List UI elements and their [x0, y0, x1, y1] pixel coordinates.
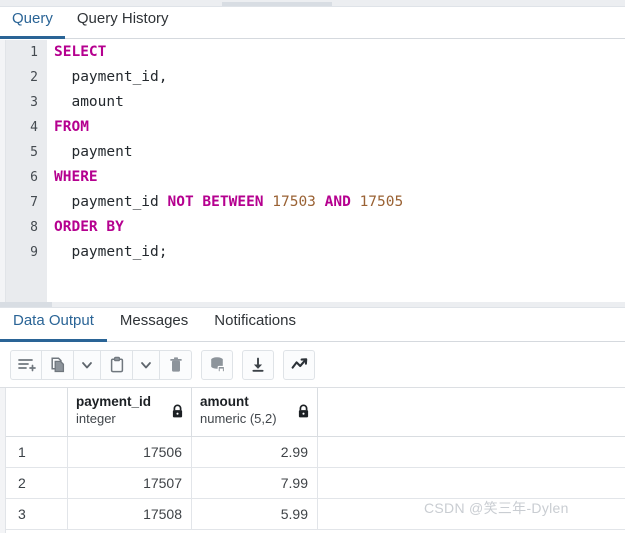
- grid-header-payment-id[interactable]: payment_id integer: [68, 388, 192, 436]
- code-token-idn: payment: [54, 144, 133, 160]
- code-token-idn: payment_id,: [54, 69, 168, 85]
- save-data-changes-button[interactable]: [201, 349, 233, 380]
- lock-icon: [298, 404, 309, 418]
- code-line: ORDER BY: [47, 215, 625, 240]
- code-token-num: 17503: [272, 194, 316, 210]
- code-token-idn: payment_id: [54, 194, 168, 210]
- cell-payment-id[interactable]: 17507: [68, 468, 192, 498]
- code-line: amount: [47, 90, 625, 115]
- code-line: payment_id NOT BETWEEN 17503 AND 17505: [47, 190, 625, 215]
- line-number: 7: [30, 195, 38, 210]
- editor-line-number-gutter: 1 2 3 4 5 6 7 8 9: [6, 40, 47, 302]
- paste-icon: [110, 356, 123, 372]
- line-number: 9: [30, 245, 38, 260]
- code-token-kw: ORDER BY: [54, 219, 124, 235]
- code-token-idn: amount: [54, 94, 124, 110]
- tab-query[interactable]: Query: [0, 6, 65, 39]
- grid-header-rownum: [6, 388, 68, 436]
- add-row-button[interactable]: [10, 349, 42, 380]
- column-name: amount: [200, 394, 249, 409]
- chevron-down-icon: [141, 361, 151, 368]
- sql-code-area[interactable]: SELECT payment_id, amount FROM payment WHE…: [47, 40, 625, 302]
- watermark: CSDN @笑三年-Dylen: [424, 500, 569, 516]
- chevron-down-icon: [82, 361, 92, 368]
- line-number: 2: [30, 70, 38, 85]
- cell-payment-id[interactable]: 17508: [68, 499, 192, 529]
- row-number: 2: [6, 468, 68, 498]
- download-group: [242, 349, 274, 380]
- trash-icon: [169, 356, 182, 372]
- save-data-group: [201, 349, 233, 380]
- partial-tab-remnant: [222, 2, 332, 6]
- tab-messages[interactable]: Messages: [107, 307, 201, 342]
- column-type: numeric (5,2): [200, 411, 277, 426]
- line-number: 6: [30, 170, 38, 185]
- line-number: 5: [30, 145, 38, 160]
- column-name: payment_id: [76, 394, 152, 409]
- tab-query-history[interactable]: Query History: [65, 6, 181, 39]
- download-csv-button[interactable]: [242, 349, 274, 380]
- cell-amount[interactable]: 7.99: [192, 468, 318, 498]
- sql-editor[interactable]: 1 2 3 4 5 6 7 8 9 SELECT payment_id, amo…: [0, 40, 625, 302]
- copy-button[interactable]: [42, 349, 74, 380]
- code-line: payment_id;: [47, 240, 625, 265]
- code-line: SELECT: [47, 40, 625, 65]
- cell-amount[interactable]: 2.99: [192, 437, 318, 467]
- tab-notifications[interactable]: Notifications: [201, 307, 309, 342]
- code-token-kw: FROM: [54, 119, 89, 135]
- copy-options-button[interactable]: [74, 349, 101, 380]
- row-number: 1: [6, 437, 68, 467]
- line-number: 8: [30, 220, 38, 235]
- code-token-kw: NOT BETWEEN: [167, 194, 273, 210]
- code-token-idn: payment_id;: [54, 244, 168, 260]
- line-number: 4: [30, 120, 38, 135]
- graph-visualiser-icon: [291, 358, 307, 369]
- grid-header-amount[interactable]: amount numeric (5,2): [192, 388, 318, 436]
- table-row[interactable]: 2 17507 7.99: [6, 468, 625, 499]
- code-line: WHERE: [47, 165, 625, 190]
- code-token-kw: SELECT: [54, 44, 107, 60]
- row-number: 3: [6, 499, 68, 529]
- column-type: integer: [76, 411, 116, 426]
- lock-icon: [172, 404, 183, 418]
- tab-data-output[interactable]: Data Output: [0, 307, 107, 342]
- add-row-icon: [17, 359, 36, 372]
- code-token-num: 17505: [359, 194, 404, 210]
- graph-visualiser-button[interactable]: [283, 349, 315, 380]
- code-line: payment: [47, 140, 625, 165]
- paste-button[interactable]: [101, 349, 133, 380]
- query-tab-bar: Query Query History: [0, 7, 625, 39]
- copy-icon: [50, 356, 64, 372]
- cell-amount[interactable]: 5.99: [192, 499, 318, 529]
- delete-row-button[interactable]: [160, 349, 192, 380]
- code-token-kw: WHERE: [54, 169, 98, 185]
- cell-payment-id[interactable]: 17506: [68, 437, 192, 467]
- code-token-kw: AND: [315, 194, 360, 210]
- pgadmin-query-tool: Query Query History 1 2 3 4 5 6 7 8 9 SE…: [0, 0, 625, 533]
- output-tab-bar: Data Output Messages Notifications: [0, 308, 625, 342]
- results-toolbar: [0, 342, 625, 388]
- code-line: payment_id,: [47, 65, 625, 90]
- download-icon: [252, 357, 264, 372]
- line-number: 3: [30, 95, 38, 110]
- paste-options-button[interactable]: [133, 349, 160, 380]
- line-number: 1: [30, 45, 38, 60]
- graph-group: [283, 349, 315, 380]
- code-line: FROM: [47, 115, 625, 140]
- grid-header-row: payment_id integer amount numeric (5,2): [6, 388, 625, 437]
- save-data-icon: [210, 357, 225, 373]
- table-row[interactable]: 1 17506 2.99: [6, 437, 625, 468]
- row-edit-group: [10, 349, 192, 380]
